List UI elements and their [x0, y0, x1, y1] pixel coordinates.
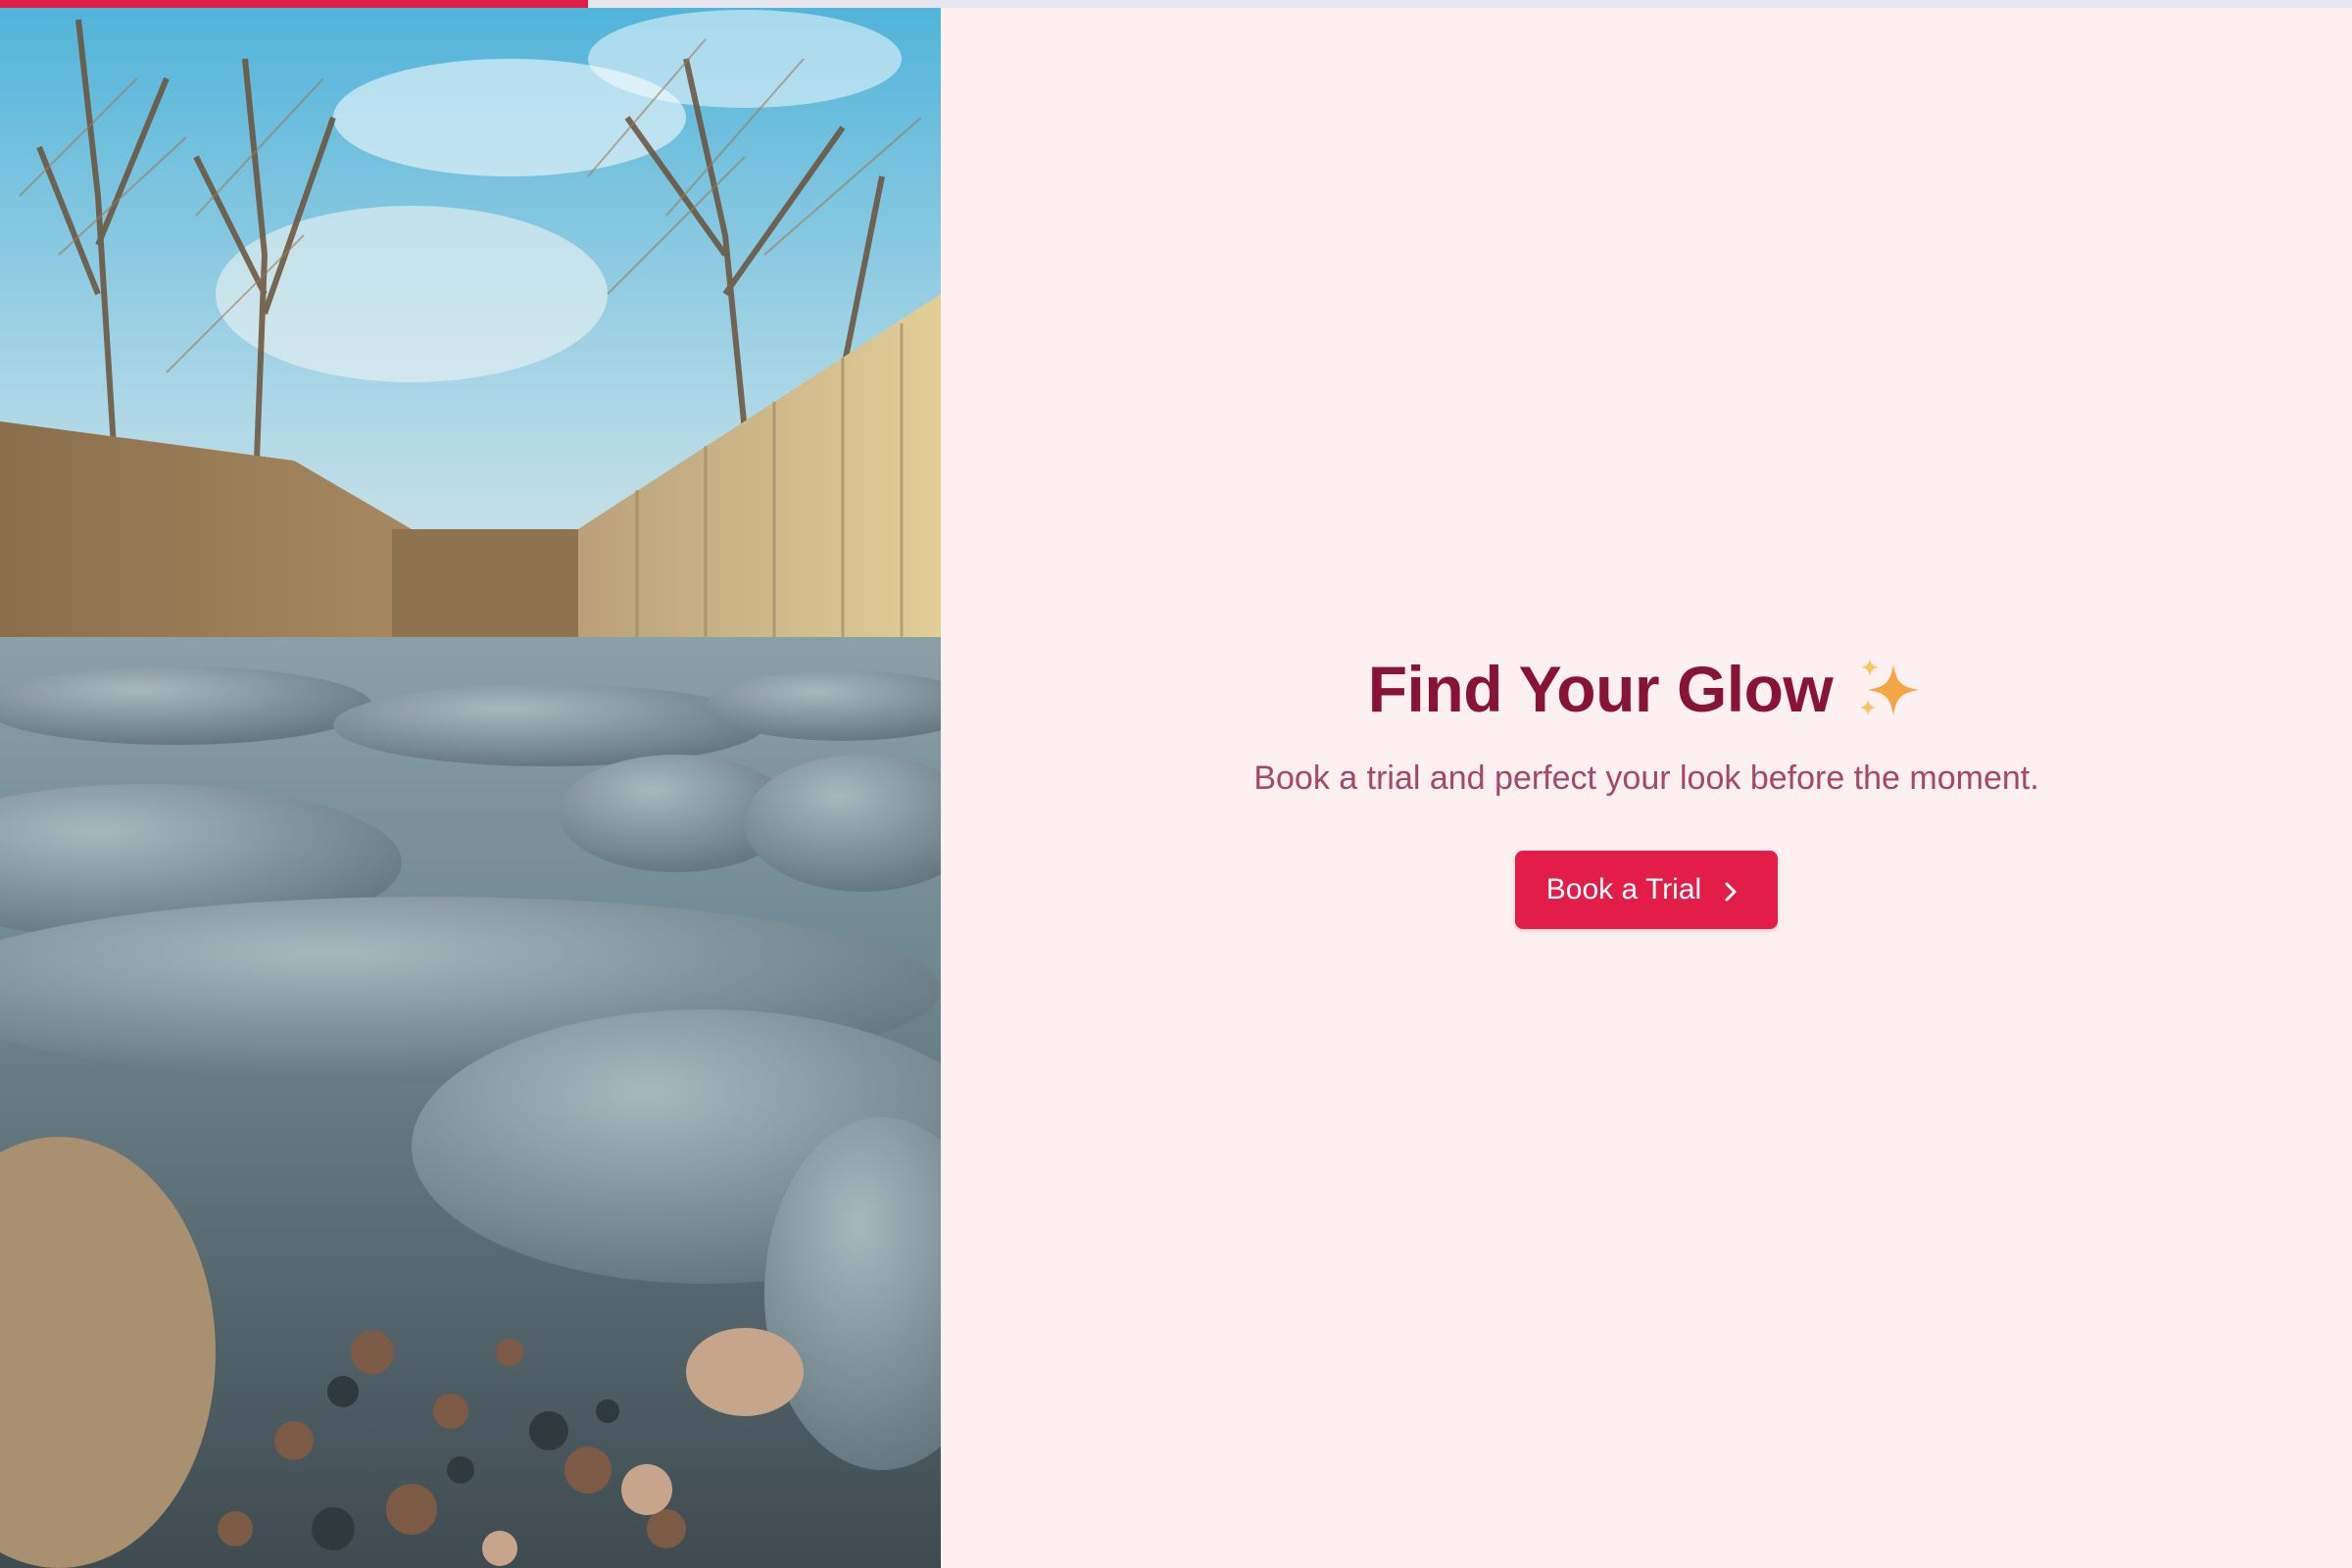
hero-subtitle: Book a trial and perfect your look befor… [1253, 760, 2039, 797]
progress-bar [0, 0, 2352, 8]
page: Find Your Glow Book a trial and perfect … [0, 0, 2352, 1568]
content-panel: Find Your Glow Book a trial and perfect … [941, 0, 2352, 1568]
progress-bar-fill [0, 0, 588, 8]
chevron-right-icon [1723, 878, 1739, 902]
page-title: Find Your Glow [1367, 653, 1834, 725]
book-trial-button[interactable]: Book a Trial [1514, 851, 1779, 929]
title-row: Find Your Glow [1368, 647, 1926, 731]
cobblestone-street-image [0, 0, 941, 1568]
book-trial-label: Book a Trial [1545, 873, 1702, 906]
hero-section: Find Your Glow Book a trial and perfect … [941, 647, 2352, 929]
sparkles-icon [1856, 655, 1925, 723]
